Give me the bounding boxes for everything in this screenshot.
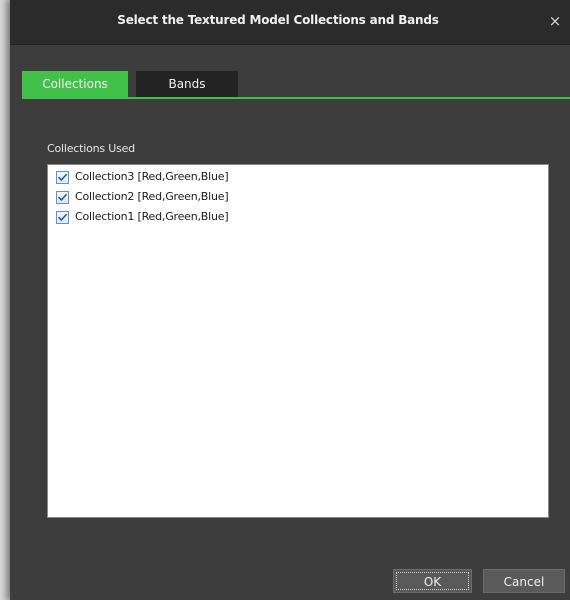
tab-collections[interactable]: Collections [22,71,128,97]
collection2-label: Collection2 [Red,Green,Blue] [75,190,229,203]
collection3-label: Collection3 [Red,Green,Blue] [75,170,229,183]
tab-underline [22,97,570,99]
list-item-collection2[interactable]: Collection2 [Red,Green,Blue] [52,188,532,208]
collection3-checkbox[interactable] [56,171,69,184]
close-icon[interactable]: × [544,10,566,32]
check-icon [58,193,67,201]
check-icon [58,213,67,221]
list-item-collection3[interactable]: Collection3 [Red,Green,Blue] [52,168,532,188]
list-item-collection1[interactable]: Collection1 [Red,Green,Blue] [52,208,532,228]
select-collections-dialog: Select the Textured Model Collections an… [10,0,570,600]
collection1-checkbox[interactable] [56,211,69,224]
check-icon [58,173,67,181]
tab-bar: Collections Bands [22,71,570,97]
background-window-edge [0,0,10,600]
collection2-checkbox[interactable] [56,191,69,204]
tab-bands[interactable]: Bands [136,71,238,97]
dialog-title: Select the Textured Model Collections an… [117,13,439,27]
collections-list[interactable]: Collection3 [Red,Green,Blue] Collection2… [47,164,549,518]
ok-button[interactable]: OK [393,569,472,593]
dialog-titlebar[interactable]: Select the Textured Model Collections an… [10,0,570,45]
cancel-button[interactable]: Cancel [483,569,565,593]
collections-used-label: Collections Used [47,142,135,155]
collection1-label: Collection1 [Red,Green,Blue] [75,210,229,223]
